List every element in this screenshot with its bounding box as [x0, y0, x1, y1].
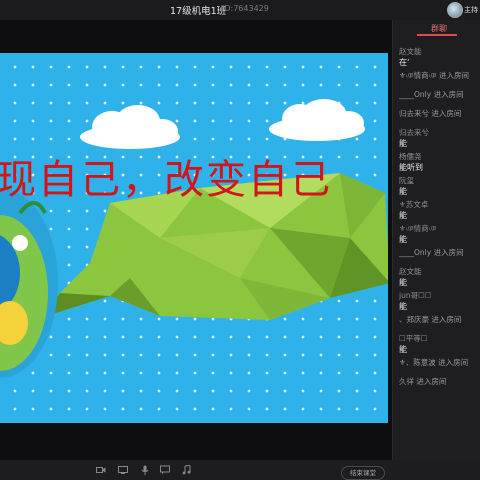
window-title: 17级机电1班: [170, 6, 227, 17]
join-event-text: 、郑庆豪 进入房间: [399, 315, 462, 324]
bottom-toolbar: 结束课堂: [0, 460, 480, 480]
chat-message: 归去来兮 进入房间: [399, 108, 480, 119]
room-id: ID:7643429: [222, 4, 269, 13]
chat-message: jun哥☐☐ 能: [399, 290, 480, 312]
chat-message: ⚜苏文卓能: [399, 199, 480, 221]
sender-name: ☐平等☐: [399, 334, 428, 343]
sender-name: 赵文能: [399, 267, 422, 276]
join-event-text: ⚜ঞ情商ঞ 进入房间: [399, 71, 469, 80]
sender-name: 杨儒尧: [399, 152, 422, 161]
chat-message: 阮玺能: [399, 175, 480, 197]
message-text: 能: [399, 187, 407, 196]
chat-message: 久徉 进入房间: [399, 376, 480, 387]
message-text: 能: [399, 345, 407, 354]
join-event-text: ____Only 进入房间: [399, 90, 464, 99]
camera-icon[interactable]: [96, 465, 106, 475]
screen-share-icon[interactable]: [118, 465, 128, 475]
end-class-button[interactable]: 结束课堂: [341, 466, 385, 480]
chat-message: 赵文能能: [399, 266, 480, 288]
message-text: 能: [399, 235, 407, 244]
slide-headline: 现自己，改变自己: [0, 157, 332, 203]
sender-name: 赵文能: [399, 47, 422, 56]
sender-name: ⚜苏文卓: [399, 200, 429, 209]
chat-message: ⚜ঞ情商ঞ 进入房间: [399, 70, 480, 81]
message-list[interactable]: 赵文能 在‘ ⚜ঞ情商ঞ 进入房间 ____Only 进入房间 归去来兮 进入房间 归去来…: [399, 46, 480, 395]
chat-message: 赵文能在‘: [399, 46, 480, 68]
avatar[interactable]: [447, 2, 463, 18]
tab-label: 群聊: [431, 24, 447, 33]
microphone-icon[interactable]: [140, 465, 150, 475]
sender-name: jun哥☐☐: [399, 291, 432, 300]
host-label: 主持: [464, 6, 478, 14]
chat-message: 、郑庆豪 进入房间: [399, 314, 480, 325]
chat-message: ☐平等☐ 能: [399, 333, 480, 355]
join-event-text: ____Only 进入房间: [399, 248, 464, 257]
chat-message: ⚜ঞ情商ঞ 能: [399, 223, 480, 245]
chat-message: 杨儒尧 能听到: [399, 151, 480, 173]
message-text: 在‘: [399, 58, 410, 67]
cloud-right: [269, 99, 365, 141]
chat-message: ____Only 进入房间: [399, 89, 480, 100]
tab-group-chat[interactable]: 群聊: [393, 20, 480, 36]
chat-bubble-icon[interactable]: [160, 465, 170, 475]
chat-panel: 群聊 赵文能 在‘ ⚜ঞ情商ঞ 进入房间 ____Only 进入房间 归去来兮 进入房间…: [392, 20, 480, 475]
sender-name: 归去来兮: [399, 128, 429, 137]
sender-name: 阮玺: [399, 176, 414, 185]
message-text: 能: [399, 302, 407, 311]
message-text: 能: [399, 139, 407, 148]
presentation-slide: 现自己，改变自己: [0, 53, 388, 423]
chat-message: ⚜、陈意波 进入房间: [399, 357, 480, 368]
join-event-text: 归去来兮 进入房间: [399, 109, 462, 118]
cloud-left: [80, 105, 180, 149]
message-text: 能: [399, 211, 407, 220]
chat-message: 归去来兮能: [399, 127, 480, 149]
chat-message: ____Only 进入房间: [399, 247, 480, 258]
title-bar: 17级机电1班 ID:7643429 主持: [0, 0, 480, 20]
message-text: 能: [399, 278, 407, 287]
message-text: 能听到: [399, 163, 423, 172]
tab-underline: [417, 34, 457, 36]
join-event-text: ⚜、陈意波 进入房间: [399, 358, 469, 367]
music-icon[interactable]: [181, 465, 191, 475]
sender-name: ⚜ঞ情商ঞ: [399, 224, 437, 233]
join-event-text: 久徉 进入房间: [399, 377, 447, 386]
